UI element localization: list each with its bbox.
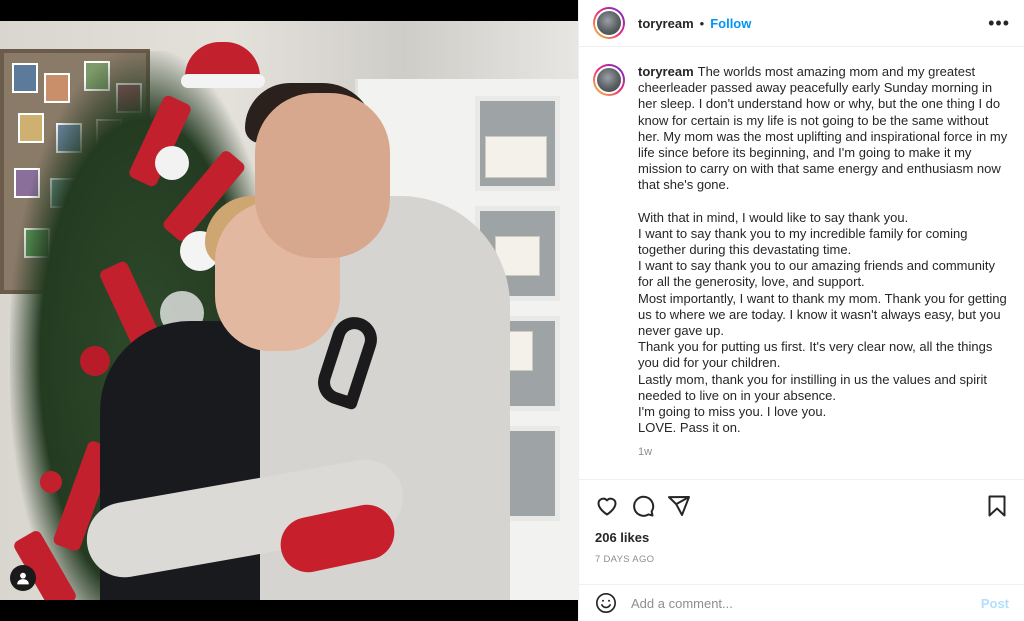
post-header: toryream • Follow ••• bbox=[579, 0, 1024, 47]
comment-input[interactable] bbox=[631, 595, 981, 611]
emoji-icon[interactable] bbox=[595, 592, 617, 614]
tagged-user-icon[interactable] bbox=[10, 565, 36, 591]
share-icon[interactable] bbox=[667, 494, 691, 518]
caption-section: toryream The worlds most amazing mom and … bbox=[579, 48, 1024, 479]
caption-line: I'm going to miss you. I love you. bbox=[638, 404, 827, 420]
post-date[interactable]: 7 DAYS AGO bbox=[595, 554, 1009, 565]
caption-paragraph: The worlds most amazing mom and my great… bbox=[638, 64, 1008, 193]
santa-hat-topper bbox=[181, 42, 265, 88]
caption-line: LOVE. Pass it on. bbox=[638, 420, 741, 436]
caption-avatar[interactable] bbox=[593, 64, 625, 96]
heart-icon[interactable] bbox=[595, 494, 619, 518]
caption-line: Lastly mom, thank you for instilling in … bbox=[638, 371, 988, 403]
post-comment-button[interactable]: Post bbox=[981, 596, 1009, 611]
holiday-card bbox=[485, 136, 547, 178]
caption-line: Thank you for putting us first. It's ver… bbox=[638, 339, 993, 371]
caption-text: toryream The worlds most amazing mom and … bbox=[638, 64, 1008, 479]
caption-line: I want to say thank you to our amazing f… bbox=[638, 258, 995, 290]
header-username[interactable]: toryream bbox=[638, 16, 694, 31]
post-actions-section: 206 likes 7 DAYS AGO bbox=[579, 479, 1024, 565]
caption-line: I want to say thank you to my incredible… bbox=[638, 225, 968, 258]
post-photo[interactable] bbox=[0, 21, 578, 600]
post-sidebar: toryream • Follow ••• toryream The worlds… bbox=[578, 0, 1024, 621]
comment-bar: Post bbox=[579, 584, 1024, 621]
caption-username[interactable]: toryream bbox=[638, 64, 694, 79]
caption-line: With that in mind, I would like to say t… bbox=[638, 209, 909, 225]
post-image-panel bbox=[0, 0, 578, 621]
caption-time-ago[interactable]: 1w bbox=[638, 444, 1008, 460]
more-options-icon[interactable]: ••• bbox=[988, 14, 1010, 32]
separator-dot: • bbox=[699, 15, 705, 31]
man-face bbox=[255, 93, 390, 258]
follow-button[interactable]: Follow bbox=[710, 16, 751, 31]
bookmark-icon[interactable] bbox=[985, 494, 1009, 518]
avatar[interactable] bbox=[593, 7, 625, 39]
comment-icon[interactable] bbox=[631, 494, 655, 518]
caption-line: Most importantly, I want to thank my mom… bbox=[638, 290, 1007, 339]
likes-count[interactable]: 206 likes bbox=[595, 530, 1009, 545]
action-bar bbox=[595, 480, 1009, 526]
